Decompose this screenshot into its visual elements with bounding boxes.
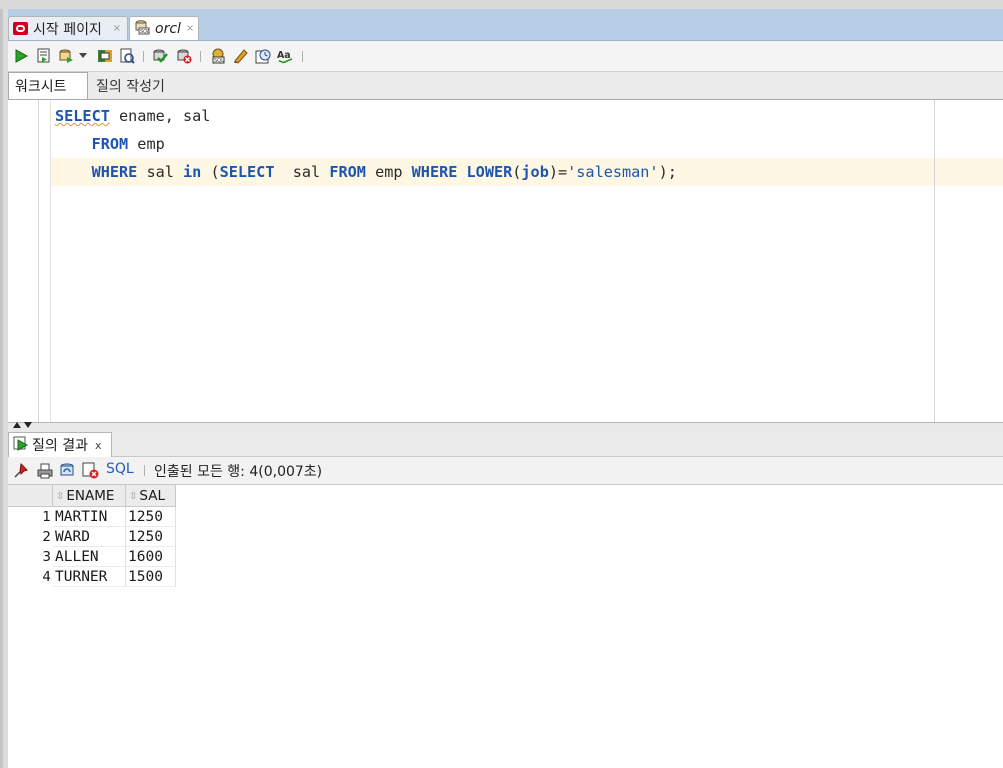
run-statement-icon[interactable] xyxy=(12,47,29,64)
code-text: sal xyxy=(137,163,184,181)
results-tab-bar xyxy=(8,432,1003,457)
code-keyword: SELECT xyxy=(55,107,110,125)
editor-right-margin xyxy=(934,100,935,422)
sql-link[interactable]: SQL xyxy=(106,461,134,477)
commit-icon[interactable] xyxy=(57,47,74,64)
sort-icon: ⇳ xyxy=(56,490,65,502)
history-icon[interactable] xyxy=(254,47,271,64)
toolbar-separator xyxy=(144,465,145,476)
query-result-icon xyxy=(13,435,29,455)
tab-query-result[interactable]: 질의 결과 x xyxy=(8,432,112,457)
refresh-icon[interactable] xyxy=(59,462,76,479)
autotrace-icon[interactable] xyxy=(118,47,135,64)
sql-tuning-icon[interactable]: SQL xyxy=(209,47,226,64)
editor-gutter-border xyxy=(38,100,39,422)
toolbar-separator xyxy=(143,51,144,62)
explain-plan-icon[interactable] xyxy=(96,47,113,64)
toolbar-separator xyxy=(302,51,303,62)
tab-query-builder-label: 질의 작성기 xyxy=(96,78,165,95)
code-text: ( xyxy=(201,163,220,181)
code-text: ); xyxy=(658,163,677,181)
tab-close-icon[interactable]: x xyxy=(95,439,102,452)
cell-sal[interactable]: 1250 xyxy=(126,507,176,527)
cell-ename[interactable]: TURNER xyxy=(53,567,126,587)
tab-worksheet[interactable]: 워크시트 xyxy=(8,72,88,99)
cell-sal[interactable]: 1250 xyxy=(126,527,176,547)
code-keyword: in xyxy=(183,163,202,181)
code-line-1[interactable]: SELECT ename, sal xyxy=(55,102,210,130)
format-icon[interactable]: Aa xyxy=(277,47,294,64)
code-keyword: job xyxy=(521,163,549,181)
cell-sal[interactable]: 1500 xyxy=(126,567,176,587)
code-text: emp xyxy=(365,163,412,181)
svg-text:SQL: SQL xyxy=(214,58,224,64)
code-keyword: WHERE xyxy=(411,163,458,181)
code-text: ename, sal xyxy=(109,107,211,125)
tab-start-page[interactable]: 시작 페이지 × xyxy=(8,16,128,40)
cell-ename[interactable]: MARTIN xyxy=(53,507,126,527)
code-line-3[interactable]: WHERE sal in (SELECT sal FROM emp WHERE … xyxy=(55,158,677,186)
row-number: 4 xyxy=(42,569,51,585)
row-number: 1 xyxy=(42,509,51,525)
commit-transaction-icon[interactable] xyxy=(151,47,168,64)
code-text: sal xyxy=(274,163,330,181)
left-dock-rail-edge xyxy=(0,9,3,768)
oracle-logo-icon xyxy=(13,22,28,35)
code-keyword: FROM xyxy=(329,163,366,181)
row-number: 2 xyxy=(42,529,51,545)
cancel-query-icon[interactable] xyxy=(82,462,99,479)
pin-icon[interactable] xyxy=(12,462,29,479)
code-keyword: WHERE xyxy=(91,163,138,181)
column-header-ename[interactable]: ⇳ ENAME xyxy=(53,485,126,507)
window-top-strip xyxy=(0,0,1003,9)
sort-icon: ⇳ xyxy=(129,490,138,502)
tab-close-icon[interactable]: × xyxy=(186,23,194,34)
code-string: 'salesman' xyxy=(567,163,659,181)
tab-worksheet-label: 워크시트 xyxy=(15,79,67,95)
tab-orcl-label: orcl xyxy=(155,20,181,37)
cell-ename[interactable]: WARD xyxy=(53,527,126,547)
run-script-icon[interactable] xyxy=(35,47,52,64)
grid-corner xyxy=(8,485,53,507)
code-keyword: SELECT xyxy=(219,163,275,181)
code-text: emp xyxy=(128,135,165,153)
worksheet-subtabs: 워크시트 질의 작성기 xyxy=(8,72,1003,100)
column-header-label: ENAME xyxy=(66,488,115,504)
column-header-sal[interactable]: ⇳ SAL xyxy=(126,485,176,507)
editor-gutter-border xyxy=(50,100,51,422)
code-keyword: LOWER xyxy=(466,163,513,181)
code-keyword: FROM xyxy=(91,135,129,153)
splitter-collapse-icon[interactable] xyxy=(12,421,34,431)
tab-start-page-label: 시작 페이지 xyxy=(33,21,102,38)
svg-text:SQL: SQL xyxy=(140,29,150,35)
tab-query-builder[interactable]: 질의 작성기 xyxy=(90,72,190,99)
print-icon[interactable] xyxy=(36,462,53,479)
rollback-icon[interactable] xyxy=(175,47,192,64)
sql-connection-icon: SQL xyxy=(134,19,150,39)
tab-query-result-label: 질의 결과 xyxy=(32,438,88,454)
code-line-2[interactable]: FROM emp xyxy=(55,130,165,158)
column-header-label: SAL xyxy=(139,488,165,504)
code-text: )= xyxy=(548,163,568,181)
dropdown-arrow-icon[interactable] xyxy=(78,47,88,64)
fetch-status: 인출된 모든 행: 4(0,007초) xyxy=(154,464,323,480)
cell-ename[interactable]: ALLEN xyxy=(53,547,126,567)
clear-icon[interactable] xyxy=(231,47,248,64)
tab-close-icon[interactable]: × xyxy=(113,23,121,34)
svg-text:Aa: Aa xyxy=(277,49,291,60)
tab-orcl[interactable]: SQL orcl × xyxy=(129,16,199,40)
row-number: 3 xyxy=(42,549,51,565)
cell-sal[interactable]: 1600 xyxy=(126,547,176,567)
toolbar-separator xyxy=(200,51,201,62)
